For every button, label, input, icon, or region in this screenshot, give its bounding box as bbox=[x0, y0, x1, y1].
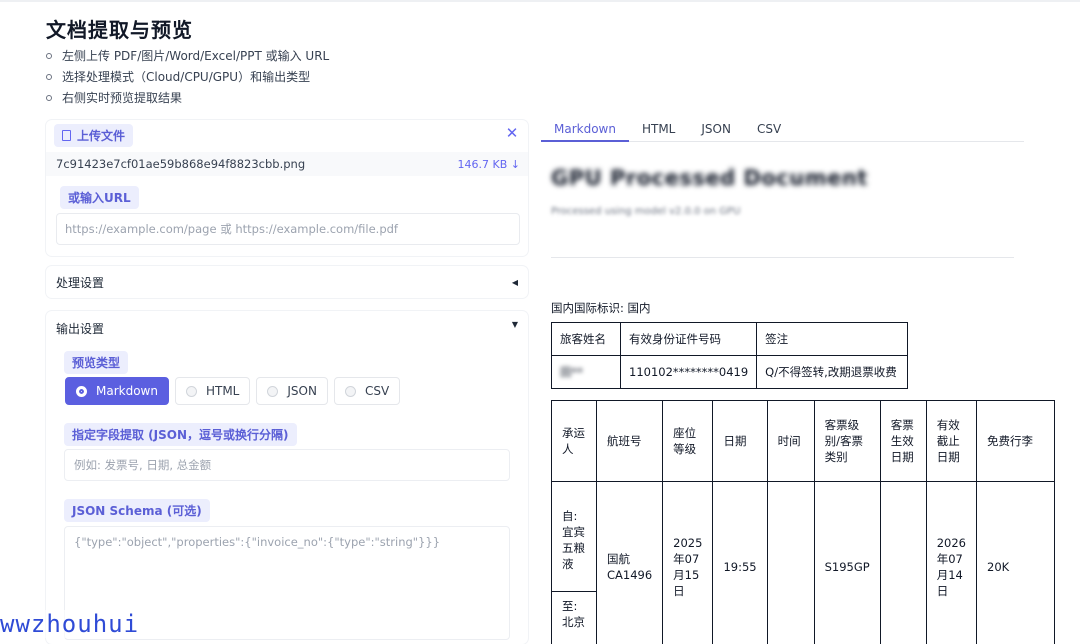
json-schema-label: JSON Schema (可选) bbox=[64, 499, 210, 522]
page-title: 文档提取与预览 bbox=[46, 18, 193, 42]
watermark-text: wwzhouhui bbox=[0, 610, 140, 638]
table-header-cell: 签注 bbox=[756, 322, 909, 356]
file-size-download[interactable]: 146.7 KB ↓ bbox=[458, 158, 520, 171]
table-header-cell: 座位等级 bbox=[662, 400, 714, 482]
preview-tabs: Markdown HTML JSON CSV bbox=[541, 118, 1024, 142]
table-header-cell: 客票级别/客票类别 bbox=[813, 400, 881, 482]
tab-markdown[interactable]: Markdown bbox=[541, 118, 629, 142]
preview-document-subtitle: Processed using model v2.0.0 on GPU bbox=[551, 206, 741, 217]
table-cell: 田** bbox=[551, 355, 621, 389]
processing-settings-accordion[interactable]: 处理设置 ◀ bbox=[46, 266, 528, 298]
table-header-cell: 旅客姓名 bbox=[551, 322, 621, 356]
radio-markdown[interactable]: Markdown bbox=[65, 377, 169, 405]
instruction-list: 左侧上传 PDF/图片/Word/Excel/PPT 或输入 URL 选择处理模… bbox=[46, 48, 329, 111]
radio-dot-icon bbox=[344, 385, 356, 397]
instruction-item: 右侧实时预览提取结果 bbox=[46, 90, 329, 111]
table-row: 承运人 航班号 座位等级 日期 时间 客票级别/客票类别 客票生效日期 有效截止… bbox=[551, 400, 1055, 482]
upload-file-label: 上传文件 bbox=[54, 123, 134, 147]
url-label: 或输入URL bbox=[60, 186, 139, 209]
table-cell bbox=[766, 481, 815, 644]
tab-html[interactable]: HTML bbox=[629, 118, 688, 142]
file-icon bbox=[62, 129, 71, 141]
table-cell bbox=[879, 481, 927, 644]
table-header-cell: 时间 bbox=[766, 400, 815, 482]
table-cell: 110102********0419 bbox=[619, 355, 758, 389]
collapse-arrow-icon: ◀ bbox=[511, 277, 518, 287]
table-header-cell: 有效身份证件号码 bbox=[619, 322, 758, 356]
preview-document-title: GPU Processed Document bbox=[551, 166, 868, 190]
output-settings-title[interactable]: 输出设置 bbox=[56, 320, 104, 337]
close-icon[interactable]: ✕ bbox=[502, 124, 522, 144]
upload-panel: 上传文件 ✕ 7c91423e7cf01ae59b868e94f8823cbb.… bbox=[46, 120, 528, 256]
table-cell: 20K bbox=[976, 481, 1055, 644]
expand-arrow-icon[interactable]: ▼ bbox=[512, 320, 518, 329]
table-header-cell: 免费行李 bbox=[976, 400, 1055, 482]
table-cell: 19:55 bbox=[712, 481, 768, 644]
instruction-item: 左侧上传 PDF/图片/Word/Excel/PPT 或输入 URL bbox=[46, 48, 329, 69]
table-header-cell: 有效截止日期 bbox=[925, 400, 978, 482]
uploaded-file-row[interactable]: 7c91423e7cf01ae59b868e94f8823cbb.png 146… bbox=[46, 152, 528, 176]
table-header-cell: 承运人 bbox=[551, 400, 597, 482]
table-cell: S195GP bbox=[813, 481, 881, 644]
table-row: 自: 宜宾五粮液 国航CA1496 2025年07月15日 19:55 S195… bbox=[551, 481, 1055, 644]
preview-type-radio-group: Markdown HTML JSON CSV bbox=[65, 377, 401, 405]
url-input[interactable]: https://example.com/page 或 https://examp… bbox=[56, 213, 520, 245]
preview-type-label: 预览类型 bbox=[64, 351, 129, 374]
preview-divider bbox=[551, 257, 1014, 258]
table-cell: 2025年07月15日 bbox=[662, 481, 714, 644]
table-header-cell: 航班号 bbox=[595, 400, 664, 482]
table-cell: 2026年07月14日 bbox=[925, 481, 978, 644]
instruction-item: 选择处理模式（Cloud/CPU/GPU）和输出类型 bbox=[46, 69, 329, 90]
radio-dot-icon bbox=[267, 385, 279, 397]
table-cell: Q/不得签转,改期退票收费 bbox=[756, 355, 909, 389]
table-row: 旅客姓名 有效身份证件号码 签注 bbox=[551, 322, 909, 356]
table-cell: 至: 北京 bbox=[551, 591, 597, 644]
radio-csv[interactable]: CSV bbox=[333, 377, 401, 405]
processing-settings-title: 处理设置 bbox=[56, 275, 105, 290]
top-border bbox=[0, 0, 1080, 2]
fields-extract-input[interactable]: 例如: 发票号, 日期, 总金额 bbox=[64, 449, 510, 481]
intl-flag-text: 国内国际标识: 国内 bbox=[551, 301, 651, 315]
radio-html[interactable]: HTML bbox=[174, 377, 251, 405]
table-header-cell: 客票生效日期 bbox=[879, 400, 927, 482]
table-header-cell: 日期 bbox=[712, 400, 768, 482]
passenger-table: 旅客姓名 有效身份证件号码 签注 田** 110102********0419 … bbox=[551, 322, 909, 389]
radio-dot-icon bbox=[185, 385, 197, 397]
file-name: 7c91423e7cf01ae59b868e94f8823cbb.png bbox=[56, 157, 306, 171]
radio-json[interactable]: JSON bbox=[256, 377, 328, 405]
tab-json[interactable]: JSON bbox=[688, 118, 744, 142]
table-cell: 国航CA1496 bbox=[595, 481, 664, 644]
flight-table: 承运人 航班号 座位等级 日期 时间 客票级别/客票类别 客票生效日期 有效截止… bbox=[551, 400, 1055, 644]
fields-extract-label: 指定字段提取 (JSON，逗号或换行分隔) bbox=[64, 423, 297, 446]
table-row: 田** 110102********0419 Q/不得签转,改期退票收费 bbox=[551, 355, 909, 389]
table-cell: 自: 宜宾五粮液 bbox=[551, 481, 597, 592]
tab-csv[interactable]: CSV bbox=[744, 118, 794, 142]
radio-dot-icon bbox=[76, 385, 87, 397]
